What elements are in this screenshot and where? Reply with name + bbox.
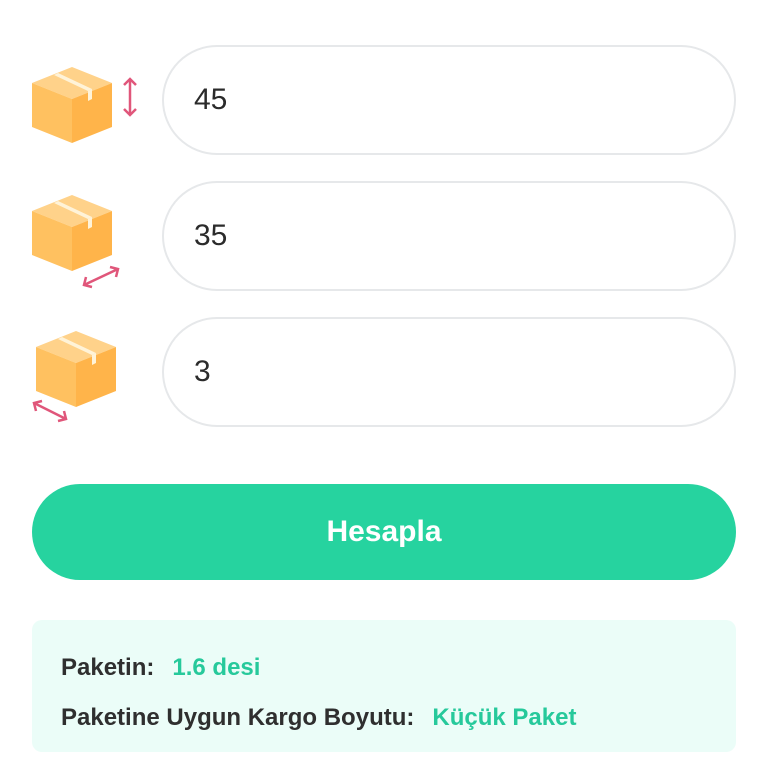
cargo-size-value: Küçük Paket [432,704,577,731]
package-label: Paketin: [61,654,155,681]
height-input[interactable] [162,45,736,155]
box-width-icon [26,189,144,289]
length-row [0,317,768,429]
desi-calculator: Hesapla Paketin: 1.6 desi Paketine Uygun … [0,0,768,768]
cargo-size-label: Paketine Uygun Kargo Boyutu: [61,704,415,731]
cargo-size-line: Paketine Uygun Kargo Boyutu: Küçük Paket [61,704,576,732]
calculate-button[interactable]: Hesapla [32,484,736,580]
length-input[interactable] [162,317,736,427]
package-desi-line: Paketin: 1.6 desi [61,654,260,682]
width-input[interactable] [162,181,736,291]
box-length-icon [26,325,144,425]
height-row [0,45,768,157]
result-panel: Paketin: 1.6 desi Paketine Uygun Kargo Bo… [32,620,736,752]
box-height-icon [26,53,144,153]
package-desi-value: 1.6 desi [172,654,261,681]
width-row [0,181,768,293]
